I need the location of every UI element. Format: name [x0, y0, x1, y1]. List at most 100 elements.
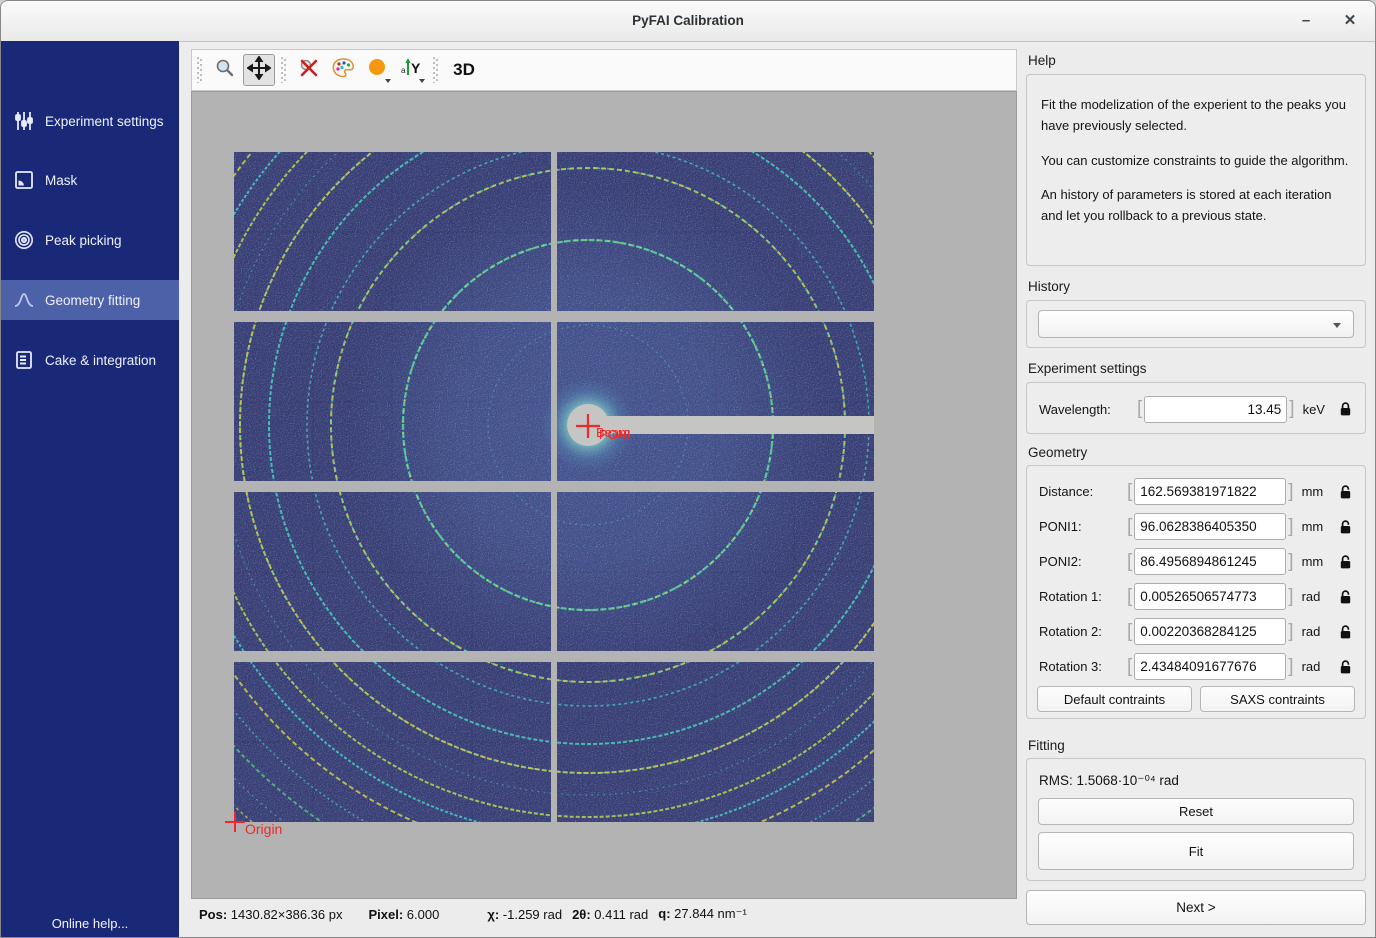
view-3d-label: 3D [453, 60, 475, 80]
poni2-label: PONI2: [1039, 554, 1125, 569]
axis-scale-button[interactable]: a Y [395, 54, 427, 86]
rotation3-unit: rad [1302, 659, 1332, 674]
toolbar-separator [281, 57, 286, 83]
close-button[interactable]: ✕ [1333, 1, 1367, 41]
fit-button[interactable]: Fit [1038, 832, 1354, 870]
distance-label: Distance: [1039, 484, 1125, 499]
geometry-row: Rotation 1: [ ] rad [1027, 579, 1365, 614]
lock-open-icon [1338, 554, 1353, 570]
view-3d-button[interactable]: 3D [445, 54, 483, 86]
lock-open-icon [1338, 484, 1353, 500]
bracket-open: [ [1125, 514, 1134, 540]
rotation3-lock-button[interactable] [1338, 659, 1353, 675]
rotation1-lock-button[interactable] [1338, 589, 1353, 605]
rotation1-unit: rad [1302, 589, 1332, 604]
history-box [1026, 300, 1366, 348]
geometry-row: Rotation 2: [ ] rad [1027, 614, 1365, 649]
sidebar-item-peak-picking[interactable]: Peak picking [1, 220, 179, 260]
bracket-close: ] [1286, 479, 1295, 505]
rotation3-label: Rotation 3: [1039, 659, 1125, 674]
bracket-open: [ [1135, 396, 1144, 422]
geometry-section-title: Geometry [1028, 445, 1087, 460]
zoom-reset-button[interactable] [293, 54, 325, 86]
title-bar[interactable]: PyFAI Calibration – ✕ [1, 1, 1375, 42]
saxs-constraints-button[interactable]: SAXS contraints [1200, 686, 1355, 712]
pan-button[interactable] [243, 54, 275, 86]
bracket-open: [ [1125, 549, 1134, 575]
lock-open-icon [1338, 519, 1353, 535]
wavelength-unit: keV [1303, 402, 1333, 417]
experiment-section-title: Experiment settings [1028, 361, 1147, 376]
geometry-row: PONI2: [ ] mm [1027, 544, 1365, 579]
q-value: 27.844 nm⁻¹ [674, 906, 747, 921]
poni2-lock-button[interactable] [1338, 554, 1353, 570]
sidebar-item-experiment-settings[interactable]: Experiment settings [1, 101, 179, 141]
diffraction-image-canvas[interactable]: Beam PONI Origin [191, 91, 1017, 899]
rms-readout: RMS: 1.5068·10⁻⁰⁴ rad [1039, 773, 1179, 789]
help-box: Fit the modelization of the experient to… [1026, 74, 1366, 266]
rotation2-label: Rotation 2: [1039, 624, 1125, 639]
rotation2-unit: rad [1302, 624, 1332, 639]
pan-icon [247, 56, 271, 85]
sidebar-item-mask[interactable]: Mask [1, 160, 179, 200]
sidebar-item-label: Peak picking [45, 233, 122, 248]
bracket-open: [ [1125, 654, 1134, 680]
lock-open-icon [1338, 589, 1353, 605]
rms-value: 1.5068·10⁻⁰⁴ rad [1077, 773, 1179, 788]
lock-open-icon [1338, 624, 1353, 640]
two-theta-value: 0.411 rad [594, 907, 648, 922]
experiment-box: Wavelength: [ ] keV [1026, 382, 1366, 434]
pos-label: Pos: [199, 907, 227, 922]
sidebar-item-label: Cake & integration [45, 353, 156, 368]
bracket-close: ] [1286, 584, 1295, 610]
chevron-down-icon [1333, 323, 1341, 328]
sidebar: Experiment settings Mask Peak picking Ge… [1, 41, 179, 938]
rotation1-input[interactable] [1134, 583, 1286, 610]
poni-label: PONI [599, 427, 631, 442]
zoom-button[interactable] [209, 54, 241, 86]
poni2-input[interactable] [1134, 548, 1286, 575]
wavelength-lock-button[interactable] [1338, 401, 1353, 417]
fitting-section-title: Fitting [1028, 738, 1065, 753]
pyfai-calibration-window: PyFAI Calibration – ✕ Experiment setting… [0, 0, 1376, 938]
online-help-link[interactable]: Online help... [1, 916, 179, 931]
rotation3-input[interactable] [1134, 653, 1286, 680]
poni1-lock-button[interactable] [1338, 519, 1353, 535]
toolbar-separator [433, 57, 438, 83]
distance-unit: mm [1302, 484, 1332, 499]
sidebar-item-geometry-fitting[interactable]: Geometry fitting [1, 280, 179, 320]
pixel-label: Pixel: [368, 907, 403, 922]
plot-toolbar: a Y 3D [191, 49, 1017, 91]
colormap-button[interactable] [327, 54, 359, 86]
default-constraints-button[interactable]: Default contraints [1037, 686, 1192, 712]
lock-closed-icon [1338, 401, 1353, 417]
rotation2-input[interactable] [1134, 618, 1286, 645]
fitting-box: RMS: 1.5068·10⁻⁰⁴ rad Reset Fit [1026, 758, 1366, 881]
pos-value: 1430.82×386.36 px [231, 907, 343, 922]
bracket-close: ] [1286, 619, 1295, 645]
bracket-open: [ [1125, 619, 1134, 645]
sidebar-item-label: Mask [45, 173, 77, 188]
cake-integration-icon [13, 349, 35, 371]
origin-label: Origin [245, 821, 282, 837]
wavelength-input[interactable] [1144, 396, 1287, 423]
minimize-button[interactable]: – [1289, 1, 1323, 41]
history-dropdown[interactable] [1038, 310, 1354, 338]
marker-color-button[interactable] [361, 54, 393, 86]
poni1-input[interactable] [1134, 513, 1286, 540]
distance-input[interactable] [1134, 478, 1286, 505]
help-section-title: Help [1028, 53, 1056, 68]
history-section-title: History [1028, 279, 1070, 294]
zoom-icon [213, 56, 237, 85]
poni1-unit: mm [1302, 519, 1332, 534]
pixel-value: 6.000 [407, 907, 440, 922]
distance-lock-button[interactable] [1338, 484, 1353, 500]
reset-button[interactable]: Reset [1038, 798, 1354, 825]
help-paragraph: You can customize constraints to guide t… [1041, 151, 1351, 172]
rotation2-lock-button[interactable] [1338, 624, 1353, 640]
toolbar-handle[interactable] [197, 57, 202, 83]
wavelength-label: Wavelength: [1039, 402, 1135, 417]
q-label: q: [658, 906, 670, 921]
next-button[interactable]: Next > [1026, 890, 1366, 925]
sidebar-item-cake-integration[interactable]: Cake & integration [1, 340, 179, 380]
